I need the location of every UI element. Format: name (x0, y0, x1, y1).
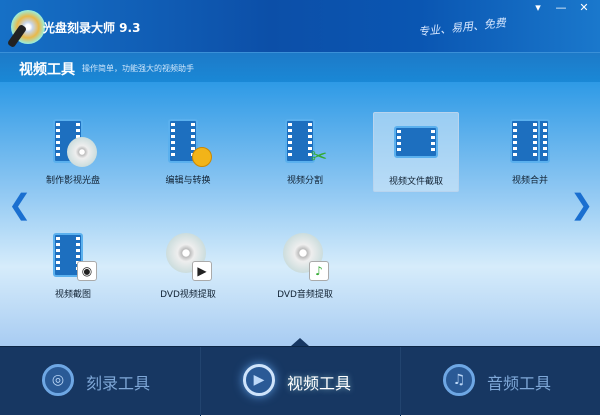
tool-video-screenshot[interactable]: ◉ 视频截图 (30, 226, 116, 306)
tab-video-tools[interactable]: ▶ 视频工具 (200, 347, 400, 416)
prev-page-arrow-icon[interactable]: ❮ (8, 190, 31, 220)
tool-label: 视频截图 (54, 290, 91, 300)
close-button[interactable]: ✕ (574, 0, 594, 16)
tool-video-merge[interactable]: 视频合并 (487, 112, 573, 192)
edit-convert-icon (162, 117, 214, 169)
music-note-icon: ♫ (443, 364, 475, 396)
dvd-audio-icon: ♪ (279, 231, 331, 283)
tab-label: 视频工具 (287, 374, 352, 393)
tool-dvd-video-extract[interactable]: ▶ DVD视频提取 (145, 226, 231, 306)
tab-burn-tools[interactable]: ◎ 刻录工具 (0, 347, 200, 416)
video-trim-icon (390, 118, 442, 170)
tagline: 专业、易用、免费 (417, 16, 507, 39)
video-disc-icon (47, 117, 99, 169)
tool-video-trim[interactable]: 视频文件截取 (373, 112, 459, 192)
video-merge-icon (504, 117, 556, 169)
dvd-video-icon: ▶ (162, 231, 214, 283)
tab-label: 刻录工具 (86, 374, 151, 393)
film-icon: ▶ (243, 364, 275, 396)
camera-icon: ◉ (47, 231, 99, 283)
app-logo-icon (11, 10, 45, 44)
scissors-icon: ✂ (279, 117, 331, 169)
next-page-arrow-icon[interactable]: ❯ (570, 190, 593, 220)
tool-make-video-disc[interactable]: 制作影视光盘 (30, 112, 116, 192)
section-description: 操作简单，功能强大的视频助手 (82, 64, 194, 73)
app-title: 光盘刻录大师 9.3 (43, 21, 141, 35)
title-bar: 光盘刻录大师 9.3 专业、易用、免费 ▾ — ✕ (0, 0, 600, 57)
tool-label: 编辑与转换 (165, 176, 211, 186)
bottom-nav: ◎ 刻录工具 ▶ 视频工具 ♫ 音频工具 (0, 346, 600, 416)
tool-dvd-audio-extract[interactable]: ♪ DVD音频提取 (262, 226, 348, 306)
tool-label: DVD视频提取 (160, 290, 216, 300)
tool-video-split[interactable]: ✂ 视频分割 (262, 112, 348, 192)
minimize-button[interactable]: — (551, 0, 571, 16)
tool-label: 制作影视光盘 (45, 176, 100, 186)
tool-label: 视频分割 (286, 176, 323, 186)
tool-edit-convert[interactable]: 编辑与转换 (145, 112, 231, 192)
section-title: 视频工具 (19, 62, 75, 78)
tool-label: 视频合并 (511, 176, 548, 186)
tab-audio-tools[interactable]: ♫ 音频工具 (400, 347, 600, 416)
tool-label: DVD音频提取 (277, 290, 333, 300)
section-header: 视频工具 操作简单，功能强大的视频助手 (0, 52, 600, 82)
tool-label: 视频文件截取 (388, 177, 443, 187)
active-tab-pointer (291, 338, 309, 346)
disc-icon: ◎ (42, 364, 74, 396)
menu-button[interactable]: ▾ (528, 0, 548, 16)
tab-label: 音频工具 (487, 374, 552, 393)
